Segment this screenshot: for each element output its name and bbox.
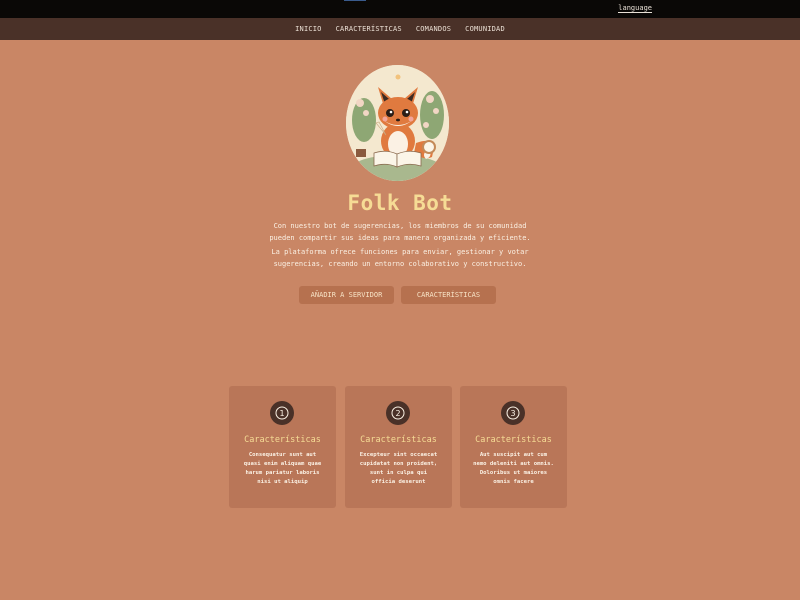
number-two-icon: 2 bbox=[386, 401, 410, 425]
feature-title: Características bbox=[244, 435, 321, 445]
nav-item-inicio[interactable]: INICIO bbox=[295, 18, 322, 40]
feature-title: Características bbox=[360, 435, 437, 445]
hero-description-1: Con nuestro bot de sugerencias, los miem… bbox=[269, 222, 531, 242]
number-one-icon: 1 bbox=[270, 401, 294, 425]
fox-reading-book-illustration bbox=[346, 65, 449, 181]
feature-card-1: 1 Características Consequatur sunt aut q… bbox=[229, 386, 336, 508]
hero-description-2: La plataforma ofrece funciones para envi… bbox=[271, 248, 529, 268]
feature-card-2: 2 Características Excepteur sint occaeca… bbox=[345, 386, 452, 508]
feature-number: 1 bbox=[279, 409, 284, 418]
feature-title: Características bbox=[475, 435, 552, 445]
add-to-server-button[interactable]: AÑADIR A SERVIDOR bbox=[299, 286, 394, 304]
features-button[interactable]: CARACTERÍSTICAS bbox=[401, 286, 496, 304]
language-link[interactable]: language bbox=[618, 4, 652, 13]
top-bar-accent bbox=[344, 0, 366, 1]
nav-item-caracteristicas[interactable]: CARACTERÍSTICAS bbox=[336, 18, 402, 40]
feature-text: Aut suscipit aut cum nemo deleniti aut o… bbox=[473, 452, 554, 485]
feature-number: 3 bbox=[510, 409, 515, 418]
nav-item-comandos[interactable]: COMANDOS bbox=[416, 18, 451, 40]
top-bar: language bbox=[0, 0, 800, 18]
main-nav: INICIO CARACTERÍSTICAS COMANDOS COMUNIDA… bbox=[0, 18, 800, 40]
feature-text: Excepteur sint occaecat cupidatat non pr… bbox=[359, 452, 438, 485]
nav-item-comunidad[interactable]: COMUNIDAD bbox=[465, 18, 505, 40]
feature-number: 2 bbox=[395, 409, 400, 418]
number-three-icon: 3 bbox=[501, 401, 525, 425]
feature-text: Consequatur sunt aut quasi enim aliquam … bbox=[243, 452, 322, 485]
feature-card-3: 3 Características Aut suscipit aut cum n… bbox=[460, 386, 567, 508]
page-title: Folk Bot bbox=[347, 191, 453, 215]
